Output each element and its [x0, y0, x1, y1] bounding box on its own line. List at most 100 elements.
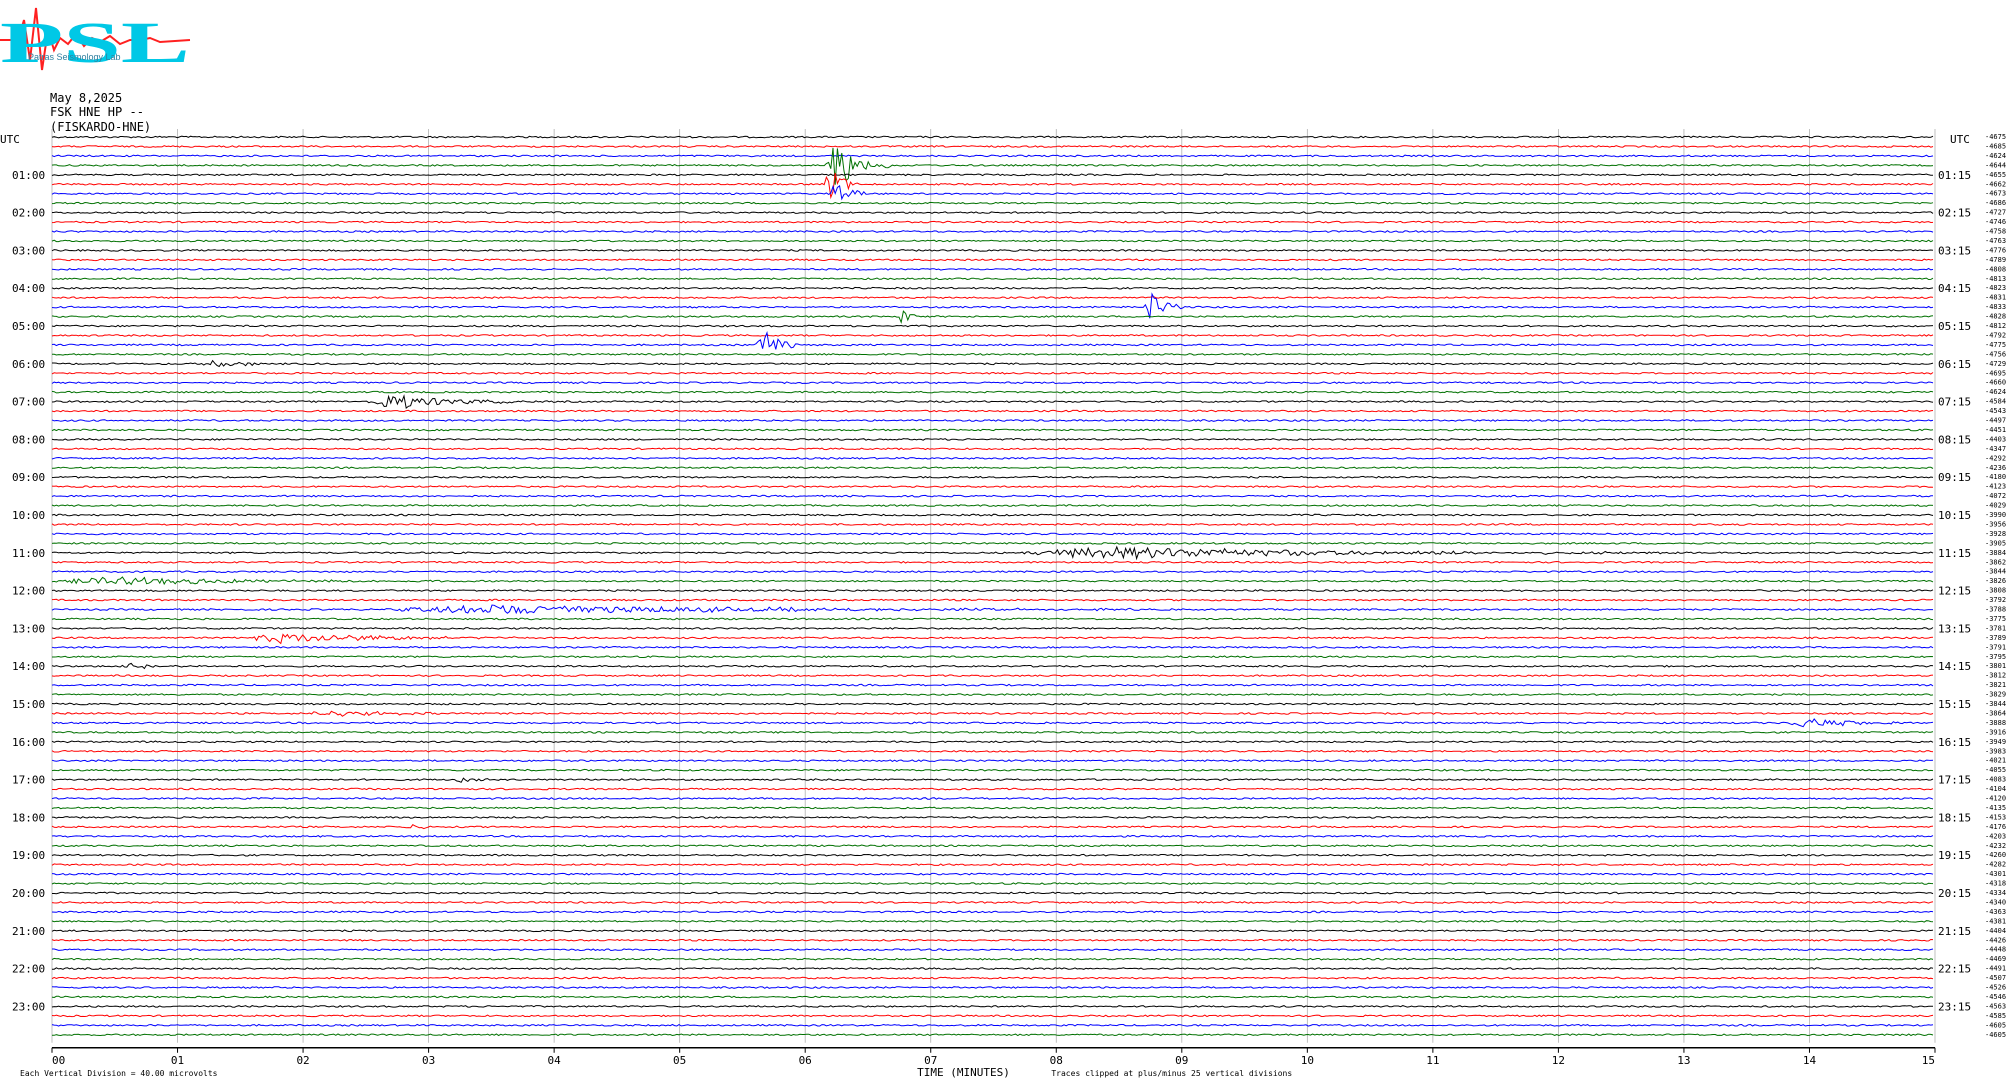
x-tick-label: 08: [1050, 1054, 1063, 1067]
trace-row: [51, 475, 1934, 479]
trace-row: [51, 576, 1934, 586]
trace-row: [51, 277, 1934, 281]
row-offset-value: -4120: [1985, 795, 2006, 803]
trace-row: [51, 938, 1934, 942]
trace-row: [52, 787, 1934, 791]
trace-row: [51, 598, 1934, 602]
row-offset-value: -4507: [1985, 974, 2006, 982]
row-offset-value: -4526: [1985, 984, 2006, 992]
row-offset-value: -4758: [1985, 228, 2006, 236]
trace-row: [51, 740, 1934, 744]
hour-label-right: 04:15: [1938, 282, 1971, 295]
trace-row: [51, 211, 1934, 214]
row-offset-value: -3844: [1985, 568, 2006, 576]
row-offset-value: -4363: [1985, 908, 2006, 916]
row-offset-value: -4563: [1985, 1002, 2006, 1010]
trace-row: [51, 147, 1934, 185]
row-offset-value: -4808: [1985, 265, 2006, 273]
row-offset-value: -3844: [1985, 700, 2006, 708]
trace-row: [51, 824, 1934, 830]
trace-row: [51, 267, 1934, 271]
row-offset-value: -3956: [1985, 520, 2006, 528]
row-offset-value: -3905: [1985, 539, 2006, 547]
clip-note: Traces clipped at plus/minus 25 vertical…: [1051, 1069, 1292, 1078]
row-offset-value: -3826: [1985, 577, 2006, 585]
row-offset-value: -4812: [1985, 322, 2006, 330]
row-offset-value: -3864: [1985, 709, 2006, 717]
hour-label-right: 13:15: [1938, 622, 1971, 635]
row-offset-value: -4585: [1985, 1012, 2006, 1020]
row-offset-value: -4763: [1985, 237, 2006, 245]
row-offset-value: -4756: [1985, 350, 2006, 358]
row-offset-value: -3829: [1985, 691, 2006, 699]
trace-row: [51, 296, 1934, 299]
trace-row: [51, 910, 1934, 914]
row-offset-value: -4176: [1985, 823, 2006, 831]
trace-row: [52, 655, 1934, 659]
row-offset-value: -4292: [1985, 454, 2006, 462]
row-offset-value: -4123: [1985, 483, 2006, 491]
row-offset-value: -3916: [1985, 728, 2006, 736]
row-offset-value: -4282: [1985, 861, 2006, 869]
row-offset-value: -3789: [1985, 634, 2006, 642]
hour-label-right: 02:15: [1938, 207, 1971, 220]
trace-row: [51, 485, 1934, 488]
trace-row: [51, 662, 1934, 670]
row-offset-value: -4491: [1985, 965, 2006, 973]
row-offset-value: -3884: [1985, 549, 2006, 557]
x-tick-label: 06: [799, 1054, 812, 1067]
trace-row: [51, 806, 1934, 810]
trace-row: [51, 1004, 1934, 1008]
hour-label-right: 17:15: [1938, 774, 1971, 787]
trace-row: [51, 901, 1934, 904]
row-offset-value: -4451: [1985, 426, 2006, 434]
row-offset-value: -4660: [1985, 379, 2006, 387]
trace-row: [51, 797, 1934, 800]
hour-label-left: 04:00: [12, 282, 45, 295]
trace-row: [52, 948, 1934, 952]
trace-row: [51, 693, 1934, 696]
trace-row: [52, 891, 1934, 895]
trace-row: [51, 542, 1934, 545]
hour-label-left: 20:00: [12, 887, 45, 900]
trace-row: [51, 352, 1934, 356]
row-offset-value: -4605: [1985, 1021, 2006, 1029]
trace-row: [51, 683, 1934, 687]
x-tick-label: 09: [1175, 1054, 1188, 1067]
trace-row: [51, 390, 1934, 394]
hour-label-left: 16:00: [12, 736, 45, 749]
trace-row: [51, 145, 1934, 148]
trace-row: [51, 872, 1934, 876]
row-offset-value: -4469: [1985, 955, 2006, 963]
x-tick-label: 15: [1922, 1054, 1935, 1067]
row-offset-value: -4727: [1985, 209, 2006, 217]
row-offset-value: -3949: [1985, 738, 2006, 746]
trace-row: [51, 371, 1934, 375]
trace-row: [51, 627, 1934, 630]
trace-row: [51, 976, 1934, 980]
hour-label-right: 20:15: [1938, 887, 1971, 900]
right-axis-title: UTC: [1950, 133, 1970, 146]
row-offset-value: -3792: [1985, 596, 2006, 604]
trace-row: [51, 286, 1934, 290]
trace-row: [51, 513, 1934, 517]
hour-label-left: 09:00: [12, 471, 45, 484]
trace-row: [51, 863, 1934, 866]
trace-row: [51, 504, 1934, 507]
trace-row: [51, 853, 1934, 857]
row-offset-value: -4644: [1985, 161, 2006, 169]
trace-row: [51, 394, 1934, 410]
hour-label-left: 02:00: [12, 207, 45, 220]
row-offset-value: -3990: [1985, 511, 2006, 519]
trace-row: [51, 560, 1934, 564]
row-offset-value: -4655: [1985, 171, 2006, 179]
row-offset-value: -3821: [1985, 681, 2006, 689]
trace-row: [51, 834, 1934, 838]
row-offset-value: -4497: [1985, 417, 2006, 425]
trace-row: [51, 768, 1934, 772]
trace-row: [51, 184, 1934, 201]
row-offset-value: -4448: [1985, 946, 2006, 954]
trace-row: [51, 466, 1934, 470]
trace-row: [51, 239, 1934, 243]
hour-label-right: 21:15: [1938, 925, 1971, 938]
